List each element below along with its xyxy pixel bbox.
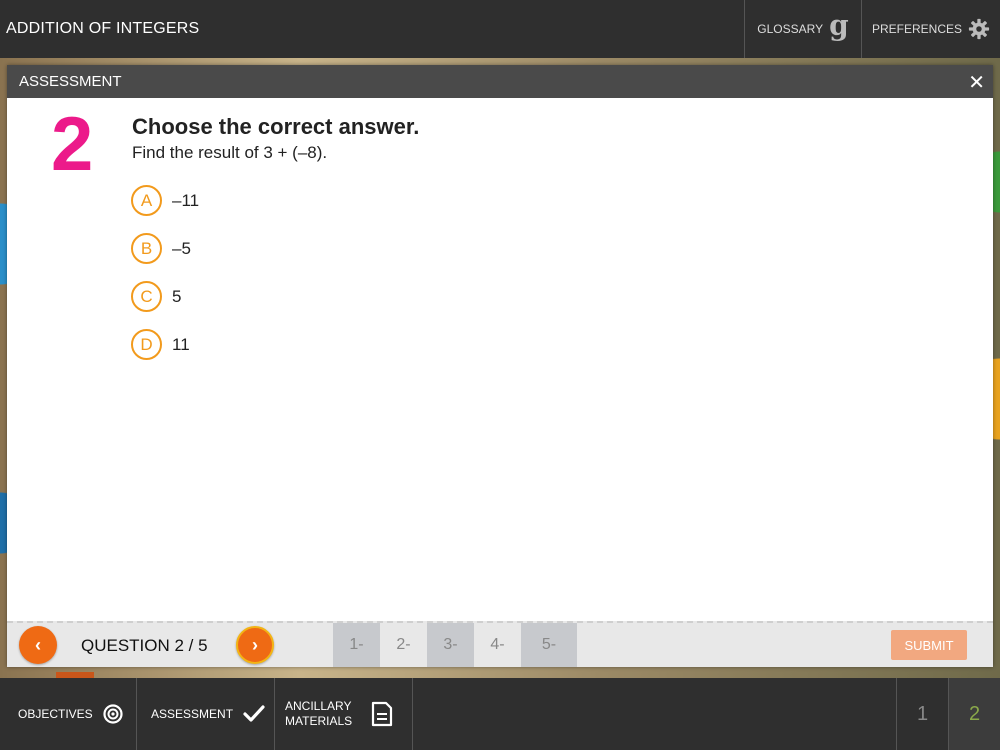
question-dot-2[interactable]: 2-: [380, 623, 427, 667]
assessment-modal: ASSESSMENT ✕ 2 Choose the correct answer…: [7, 65, 993, 667]
question-progress: 1- 2- 3- 4- 5-: [333, 623, 577, 667]
gear-icon: [968, 18, 990, 40]
previous-question-button[interactable]: ‹: [19, 626, 57, 664]
target-icon: [103, 704, 123, 724]
next-question-button[interactable]: ›: [236, 626, 274, 664]
question-dot-4[interactable]: 4-: [474, 623, 521, 667]
question-dot-3[interactable]: 3-: [427, 623, 474, 667]
question-dot-1[interactable]: 1-: [333, 623, 380, 667]
option-letter: C: [131, 281, 162, 312]
glossary-icon: g: [829, 9, 849, 42]
submit-button[interactable]: SUBMIT: [891, 630, 967, 660]
assessment-label: ASSESSMENT: [151, 707, 234, 721]
question-counter: QUESTION 2 / 5: [81, 636, 208, 655]
option-b[interactable]: B –5: [131, 233, 199, 264]
option-c[interactable]: C 5: [131, 281, 199, 312]
checkmark-icon: [243, 705, 265, 722]
modal-header: ASSESSMENT ✕: [7, 65, 993, 98]
chevron-right-icon: ›: [252, 634, 258, 655]
preferences-label: PREFERENCES: [872, 22, 963, 36]
question-dot-5[interactable]: 5-: [521, 623, 577, 667]
bottom-bar: OBJECTIVES ASSESSMENT ANCILLARY MATERIAL…: [0, 678, 1000, 750]
option-text: –11: [172, 190, 200, 210]
question-prompt: Find the result of 3 + (–8).: [132, 143, 328, 162]
option-text: 11: [172, 334, 190, 354]
assessment-button[interactable]: ASSESSMENT: [137, 678, 275, 750]
preferences-button[interactable]: PREFERENCES: [861, 0, 1000, 58]
glossary-button[interactable]: GLOSSARY g: [744, 0, 861, 58]
ancillary-materials-button[interactable]: ANCILLARY MATERIALS: [275, 678, 413, 750]
chevron-left-icon: ‹: [35, 634, 41, 655]
option-a[interactable]: A –11: [131, 185, 199, 216]
page-tab-2[interactable]: 2: [948, 678, 1000, 750]
question-number: 2: [51, 102, 94, 187]
modal-title: ASSESSMENT: [19, 73, 122, 90]
answer-options: A –11 B –5 C 5 D 11: [131, 185, 199, 377]
objectives-button[interactable]: OBJECTIVES: [0, 678, 137, 750]
objectives-label: OBJECTIVES: [18, 707, 93, 721]
option-text: 5: [172, 286, 182, 306]
option-d[interactable]: D 11: [131, 329, 199, 360]
bottom-bar-spacer: [413, 678, 896, 750]
option-letter: B: [131, 233, 162, 264]
option-letter: A: [131, 185, 162, 216]
question-footer: ‹ QUESTION 2 / 5 › 1- 2- 3- 4- 5- SUBMIT: [7, 621, 993, 667]
close-icon[interactable]: ✕: [968, 70, 985, 94]
document-icon: [371, 701, 393, 727]
page-tab-1[interactable]: 1: [896, 678, 948, 750]
glossary-label: GLOSSARY: [757, 22, 824, 36]
question-heading: Choose the correct answer.: [132, 114, 420, 139]
option-text: –5: [172, 238, 191, 258]
app-title: ADDITION OF INTEGERS: [6, 20, 200, 37]
top-bar: ADDITION OF INTEGERS GLOSSARY g PREFEREN…: [0, 0, 1000, 58]
ancillary-label: ANCILLARY MATERIALS: [285, 699, 353, 728]
option-letter: D: [131, 329, 162, 360]
